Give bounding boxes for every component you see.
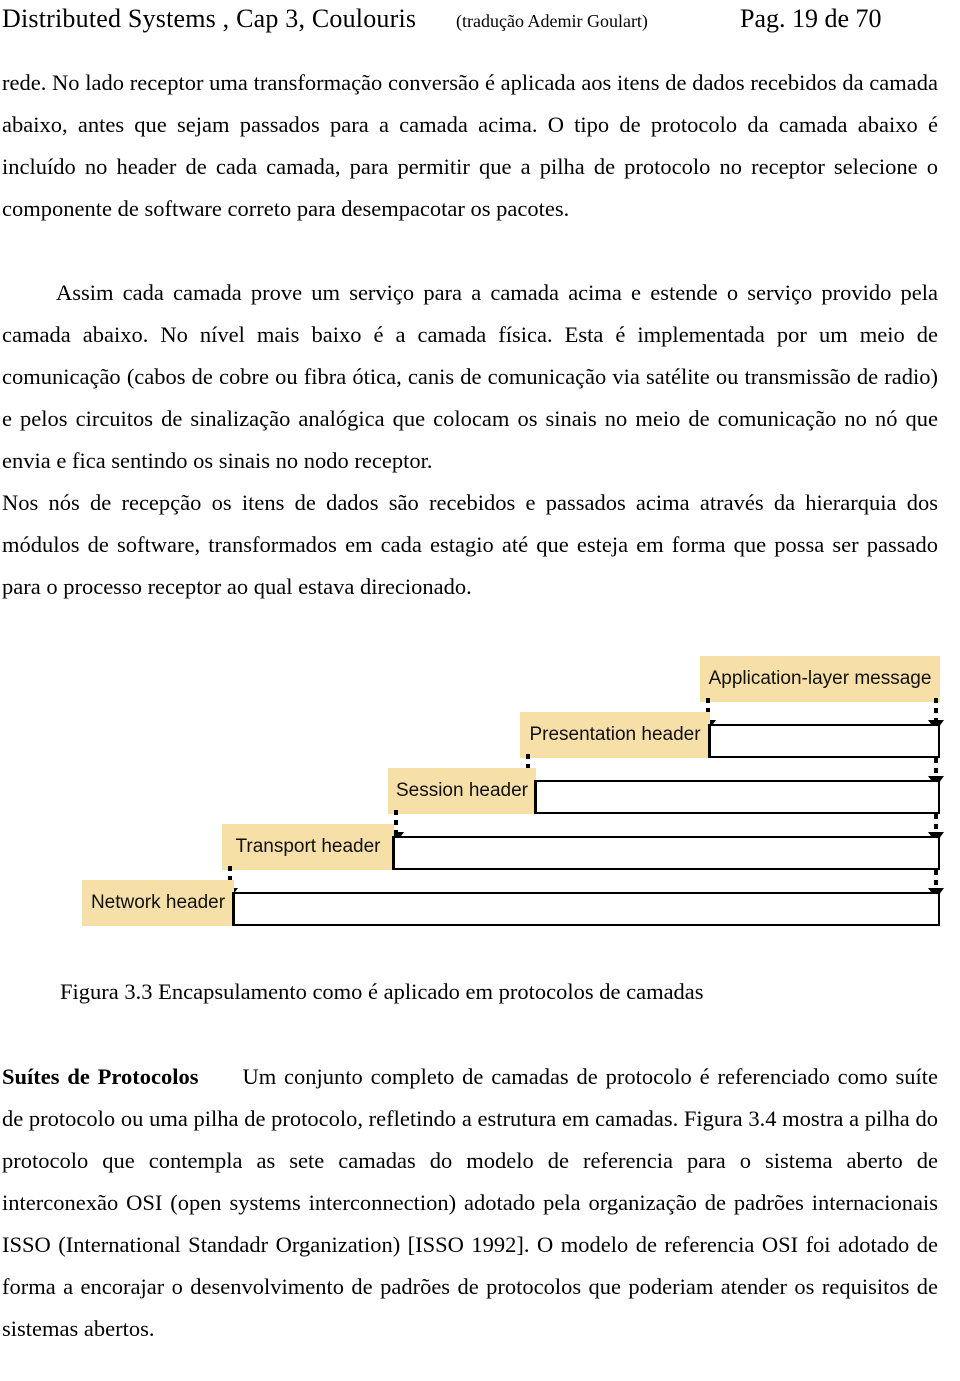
- section-body: Suítes de Protocolos Um conjunto completo…: [2, 1056, 938, 1350]
- payload-box-transport: [392, 836, 940, 870]
- diagram-layer-session: Session header: [388, 768, 940, 814]
- header-page-number: Pag. 19 de 70: [740, 4, 882, 33]
- paragraph-text: Nos nós de recepção os itens de dados sã…: [2, 490, 938, 599]
- section-heading: Suítes de Protocolos: [2, 1064, 199, 1089]
- diagram-layer-transport: Transport header: [222, 824, 940, 870]
- layer-label-application-layer-message: Application-layer message: [700, 656, 940, 702]
- layer-label-session-header: Session header: [388, 768, 536, 814]
- page-running-header: Distributed Systems , Cap 3, Coulouris (…: [0, 2, 960, 42]
- section-text: Um conjunto completo de camadas de proto…: [2, 1064, 938, 1341]
- diagram-layer-network: Network header: [82, 880, 940, 926]
- layer-label-transport-header: Transport header: [222, 824, 394, 870]
- layer-label-presentation-header: Presentation header: [520, 712, 710, 758]
- protocol-suites-section: Suítes de Protocolos Um conjunto completo…: [2, 1056, 938, 1350]
- body-paragraph-1: rede. No lado receptor uma transformação…: [2, 62, 938, 230]
- diagram-layer-presentation: Presentation header: [520, 712, 940, 758]
- layer-label-network-header: Network header: [82, 880, 234, 926]
- encapsulation-diagram: Application-layer message Presentation h…: [0, 636, 960, 936]
- paragraph-text: Assim cada camada prove um serviço para …: [2, 280, 938, 473]
- body-paragraph-2: Assim cada camada prove um serviço para …: [2, 272, 938, 482]
- payload-box-network: [232, 892, 940, 926]
- header-translator: (tradução Ademir Goulart): [456, 11, 648, 31]
- payload-box-session: [534, 780, 940, 814]
- header-document-title: Distributed Systems , Cap 3, Coulouris: [2, 4, 417, 33]
- figure-caption: Figura 3.3 Encapsulamento como é aplicad…: [60, 979, 704, 1004]
- paragraph-text: rede. No lado receptor uma transformação…: [2, 70, 938, 221]
- payload-box-presentation: [708, 724, 940, 758]
- diagram-layer-application: Application-layer message: [700, 656, 940, 702]
- body-paragraph-3: Nos nós de recepção os itens de dados sã…: [2, 482, 938, 608]
